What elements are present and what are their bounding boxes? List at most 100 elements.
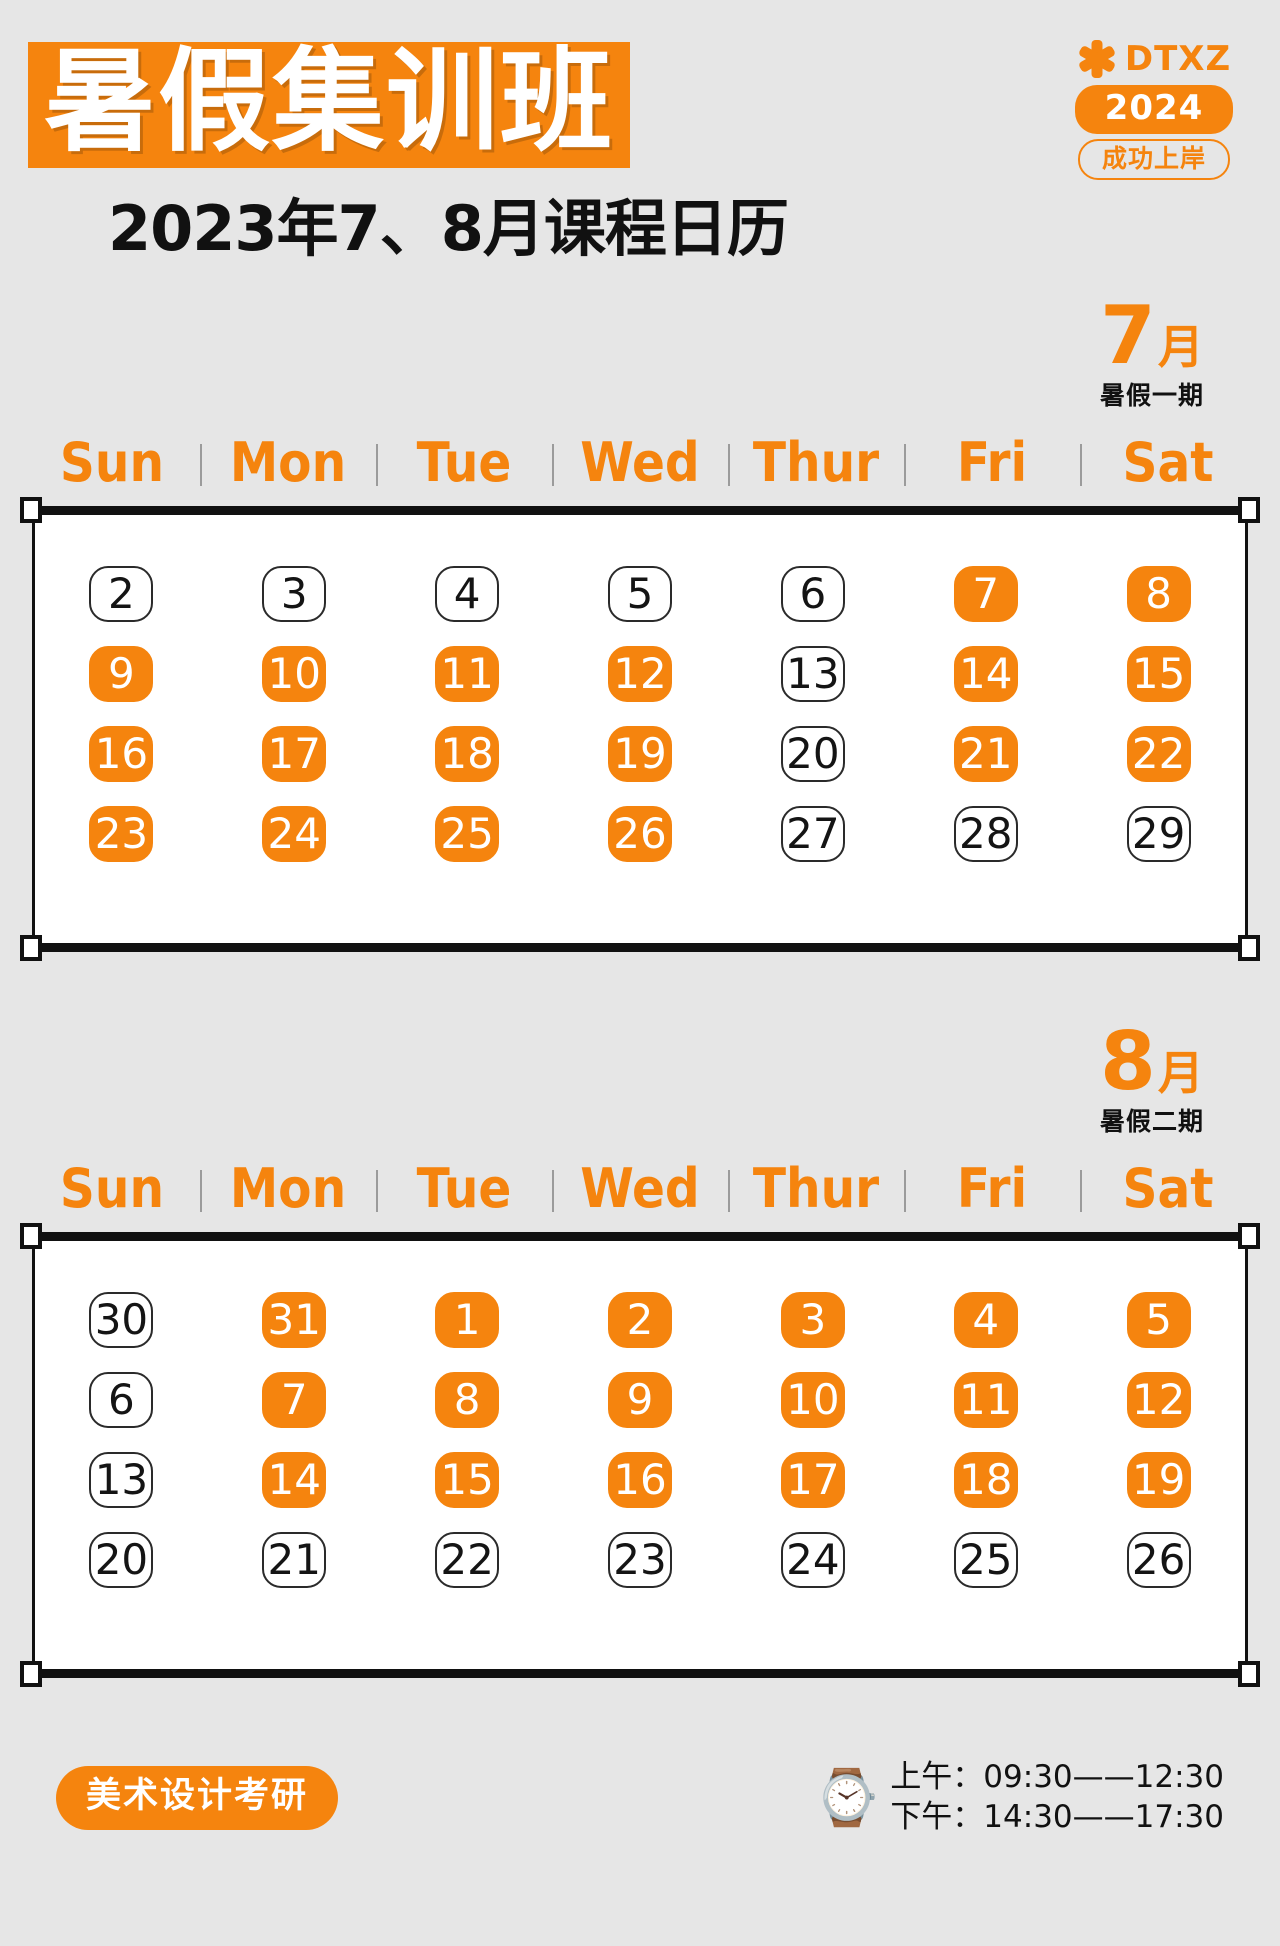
calendar-cell: 4	[899, 1287, 1072, 1353]
day-cell-rest[interactable]: 13	[89, 1452, 154, 1508]
calendar-cell: 24	[208, 801, 381, 867]
day-cell-class[interactable]: 12	[1126, 1372, 1191, 1428]
day-cell-rest[interactable]: 23	[608, 1532, 672, 1588]
day-cell-class[interactable]: 25	[435, 806, 500, 862]
day-cell-rest[interactable]: 27	[780, 806, 845, 862]
calendar-cell: 14	[208, 1447, 381, 1513]
day-cell-class[interactable]: 12	[608, 646, 672, 702]
day-cell-class[interactable]: 17	[262, 726, 327, 782]
day-cell-class[interactable]: 5	[1126, 1292, 1191, 1348]
weekday-sat: Sat	[1080, 436, 1256, 490]
day-cell-rest[interactable]: 21	[262, 1532, 327, 1588]
day-cell-class[interactable]: 7	[953, 566, 1018, 622]
calendar-cell: 1	[381, 1287, 554, 1353]
day-cell-class[interactable]: 21	[953, 726, 1018, 782]
day-cell-class[interactable]: 9	[89, 646, 154, 702]
day-cell-rest[interactable]: 2	[89, 566, 154, 622]
day-cell-rest[interactable]: 13	[780, 646, 845, 702]
frame-corner-marker-bl	[20, 935, 42, 961]
day-cell-rest[interactable]: 30	[89, 1292, 154, 1348]
day-cell-rest[interactable]: 29	[1126, 806, 1191, 862]
day-cell-rest[interactable]: 26	[1126, 1532, 1191, 1588]
logo-top-row: DTXZ	[1077, 38, 1231, 80]
weekday-thur: Thur	[728, 1162, 904, 1216]
calendar-cell: 19	[554, 721, 727, 787]
calendar-cell: 7	[208, 1367, 381, 1433]
logo-slogan-badge: 成功上岸	[1077, 139, 1230, 180]
calendar-week-row: 30 31 1 2 3 4 5	[35, 1287, 1245, 1367]
weekday-thur: Thur	[728, 436, 904, 490]
main-title-band: 暑假集训班	[28, 42, 630, 168]
day-cell-class[interactable]: 19	[608, 726, 672, 782]
day-cell-rest[interactable]: 20	[780, 726, 845, 782]
day-cell-class[interactable]: 22	[1126, 726, 1191, 782]
day-cell-rest[interactable]: 6	[780, 566, 845, 622]
day-cell-class[interactable]: 11	[435, 646, 500, 702]
day-cell-class[interactable]: 15	[435, 1452, 500, 1508]
day-cell-class[interactable]: 16	[608, 1452, 672, 1508]
afternoon-time: 下午：14:30——17:30	[890, 1799, 1224, 1835]
day-cell-class[interactable]: 24	[262, 806, 327, 862]
day-cell-class[interactable]: 18	[435, 726, 500, 782]
calendar-cell: 8	[381, 1367, 554, 1433]
day-cell-class[interactable]: 18	[953, 1452, 1018, 1508]
day-cell-rest[interactable]: 5	[608, 566, 672, 622]
day-cell-class[interactable]: 15	[1126, 646, 1191, 702]
calendar-cell: 10	[726, 1367, 899, 1433]
calendar-cell: 9	[35, 641, 208, 707]
weekday-wed: Wed	[552, 1162, 728, 1216]
frame-corner-marker-tl	[20, 497, 42, 523]
day-cell-class[interactable]: 17	[780, 1452, 845, 1508]
calendar-cell: 7	[899, 561, 1072, 627]
day-cell-class[interactable]: 14	[262, 1452, 327, 1508]
calendar-cell: 21	[899, 721, 1072, 787]
day-cell-rest[interactable]: 6	[89, 1372, 154, 1428]
day-cell-rest[interactable]: 20	[89, 1532, 154, 1588]
day-cell-class[interactable]: 19	[1126, 1452, 1191, 1508]
morning-time: 上午：09:30——12:30	[890, 1759, 1224, 1796]
logo-year-badge: 2024	[1074, 85, 1234, 134]
day-cell-class[interactable]: 9	[608, 1372, 672, 1428]
month-number: 8	[1100, 1015, 1156, 1108]
calendar-cell: 18	[381, 721, 554, 787]
day-cell-class[interactable]: 3	[780, 1292, 845, 1348]
calendar-cell: 4	[381, 561, 554, 627]
day-cell-rest[interactable]: 28	[953, 806, 1018, 862]
calendar-week-row: 16 17 18 19 20 21 22	[35, 721, 1245, 801]
day-cell-class[interactable]: 11	[953, 1372, 1018, 1428]
day-cell-rest[interactable]: 22	[435, 1532, 500, 1588]
day-cell-class[interactable]: 14	[953, 646, 1018, 702]
day-cell-rest[interactable]: 24	[780, 1532, 845, 1588]
day-cell-class[interactable]: 8	[1126, 566, 1191, 622]
day-cell-class[interactable]: 4	[953, 1292, 1018, 1348]
day-cell-class[interactable]: 1	[435, 1292, 500, 1348]
day-cell-class[interactable]: 10	[262, 646, 327, 702]
day-cell-class[interactable]: 31	[262, 1292, 327, 1348]
calendar-cell: 12	[1072, 1367, 1245, 1433]
day-cell-rest[interactable]: 25	[953, 1532, 1018, 1588]
day-cell-class[interactable]: 2	[608, 1292, 672, 1348]
calendar-cell: 26	[554, 801, 727, 867]
day-cell-class[interactable]: 10	[780, 1372, 845, 1428]
calendar-cell: 13	[35, 1447, 208, 1513]
calendar-cell: 29	[1072, 801, 1245, 867]
class-time-block: ⌚ 上午：09:30——12:30 下午：14:30——17:30	[813, 1759, 1224, 1837]
calendar-cell: 25	[899, 1527, 1072, 1593]
brand-name: DTXZ	[1124, 39, 1232, 79]
calendar-cell: 23	[554, 1527, 727, 1593]
page-subtitle: 2023年7、8月课程日历	[108, 192, 789, 265]
frame-corner-marker-br	[1238, 935, 1260, 961]
day-cell-rest[interactable]: 4	[435, 566, 500, 622]
day-cell-rest[interactable]: 3	[262, 566, 327, 622]
calendar-cell: 30	[35, 1287, 208, 1353]
weekday-mon: Mon	[200, 436, 376, 490]
calendar-week-row: 13 14 15 16 17 18 19	[35, 1447, 1245, 1527]
day-cell-class[interactable]: 7	[262, 1372, 327, 1428]
weekday-fri: Fri	[904, 1162, 1080, 1216]
day-cell-class[interactable]: 16	[89, 726, 154, 782]
day-cell-class[interactable]: 26	[608, 806, 672, 862]
day-cell-class[interactable]: 23	[89, 806, 154, 862]
month-number: 7	[1100, 289, 1156, 382]
day-cell-class[interactable]: 8	[435, 1372, 500, 1428]
calendar-cell: 16	[554, 1447, 727, 1513]
